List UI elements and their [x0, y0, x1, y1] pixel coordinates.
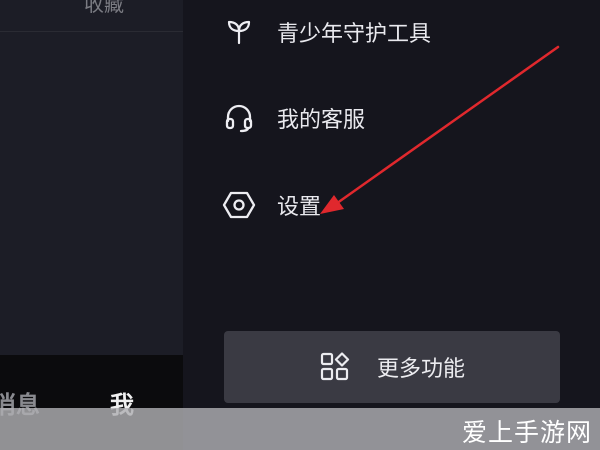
- favorites-label[interactable]: 收藏: [84, 0, 124, 17]
- more-features-button[interactable]: 更多功能: [224, 331, 560, 403]
- menu-item-settings[interactable]: 设置: [222, 183, 321, 227]
- left-panel-background: [0, 0, 183, 355]
- menu-item-label: 青少年守护工具: [277, 22, 432, 47]
- grid-shapes-icon: [319, 351, 351, 383]
- left-divider: [0, 31, 183, 32]
- watermark-text: 爱上手游网: [461, 418, 592, 447]
- menu-item-label: 我的客服: [277, 108, 366, 133]
- sprout-icon: [222, 15, 256, 49]
- hexagon-settings-icon: [222, 188, 256, 222]
- more-features-label: 更多功能: [376, 357, 465, 382]
- menu-item-youth-protection[interactable]: 青少年守护工具: [222, 10, 431, 54]
- menu-item-customer-service[interactable]: 我的客服: [222, 96, 365, 140]
- headset-icon: [222, 101, 256, 135]
- menu-item-label: 设置: [277, 195, 322, 220]
